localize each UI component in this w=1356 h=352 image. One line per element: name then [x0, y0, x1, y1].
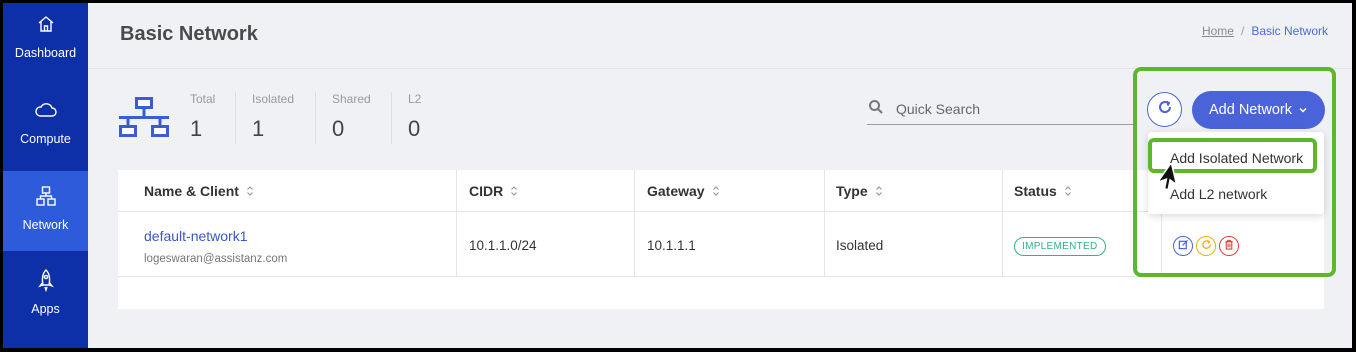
cidr-cell: 10.1.1.0/24	[469, 238, 537, 253]
stat-label: L2	[408, 92, 422, 106]
sort-icon	[1064, 185, 1072, 197]
sidebar-item-compute[interactable]: Compute	[3, 97, 88, 177]
table-row-name-cell: default-network1 logeswaran@assistanz.co…	[144, 228, 287, 265]
sidebar-item-apps[interactable]: Apps	[3, 267, 88, 347]
search-underline	[867, 124, 1137, 125]
network-client: logeswaran@assistanz.com	[144, 253, 288, 265]
menu-item-add-isolated-network[interactable]: Add Isolated Network	[1148, 142, 1324, 174]
column-header-type[interactable]: Type	[824, 170, 1002, 212]
page-title: Basic Network	[120, 23, 258, 45]
sidebar-item-dashboard[interactable]: Dashboard	[3, 11, 88, 91]
sidebar: Dashboard Compute Network Apps	[3, 3, 88, 348]
stat-shared: Shared 0	[332, 92, 371, 146]
breadcrumb-current: Basic Network	[1251, 24, 1328, 38]
stat-value: 1	[190, 116, 203, 141]
column-divider	[1161, 212, 1162, 276]
column-header-name[interactable]: Name & Client	[118, 170, 456, 212]
sidebar-item-label: Compute	[20, 132, 71, 146]
edit-button[interactable]	[1173, 236, 1193, 256]
rocket-icon	[37, 267, 55, 293]
column-header-label: Status	[1014, 182, 1057, 199]
status-badge: IMPLEMENTED	[1014, 237, 1106, 256]
network-icon	[35, 183, 57, 209]
stat-label: Isolated	[252, 92, 295, 106]
search-input[interactable]	[896, 95, 1128, 123]
sort-icon	[875, 185, 883, 197]
search-icon	[868, 99, 884, 120]
add-network-label: Add Network	[1208, 102, 1292, 118]
breadcrumb-separator: /	[1240, 24, 1245, 38]
sidebar-item-network[interactable]: Network	[3, 171, 88, 251]
delete-button[interactable]	[1219, 236, 1239, 256]
column-divider	[824, 170, 825, 276]
sidebar-item-label: Network	[22, 218, 69, 232]
network-name-link[interactable]: default-network1	[144, 228, 287, 244]
breadcrumb-home-link[interactable]: Home	[1202, 24, 1234, 38]
column-header-gateway[interactable]: Gateway	[634, 170, 824, 212]
stat-label: Shared	[332, 92, 371, 106]
column-header-cidr[interactable]: CIDR	[456, 170, 634, 212]
stat-value: 0	[408, 116, 421, 141]
column-divider	[456, 170, 457, 276]
sort-icon	[510, 185, 518, 197]
stat-isolated: Isolated 1	[252, 92, 294, 146]
sort-icon	[246, 185, 254, 197]
breadcrumb: Home / Basic Network	[1202, 24, 1328, 38]
stat-divider	[235, 92, 236, 144]
refresh-icon	[1157, 99, 1173, 120]
trash-icon	[1224, 237, 1234, 255]
page-header: Basic Network Home / Basic Network	[88, 3, 1352, 69]
add-network-button[interactable]: Add Network	[1192, 91, 1325, 129]
network-topology-icon	[117, 95, 171, 146]
column-divider	[1002, 170, 1003, 276]
restart-button[interactable]	[1196, 236, 1216, 256]
sidebar-item-label: Apps	[31, 302, 60, 316]
stat-label: Total	[190, 92, 216, 106]
stat-divider	[315, 92, 316, 144]
stat-value: 1	[252, 116, 265, 141]
restart-icon	[1201, 237, 1212, 255]
add-network-dropdown: Add Isolated Network Add L2 network	[1148, 132, 1324, 214]
sort-icon	[712, 185, 720, 197]
stat-total: Total 1	[190, 92, 215, 146]
cloud-icon	[34, 97, 58, 123]
edit-icon	[1178, 237, 1189, 255]
home-icon	[36, 11, 56, 37]
column-divider	[634, 170, 635, 276]
stat-value: 0	[332, 116, 345, 141]
column-header-label: Type	[836, 182, 868, 199]
column-header-label: Name & Client	[144, 182, 239, 199]
refresh-button[interactable]	[1147, 92, 1182, 127]
column-header-label: Gateway	[647, 182, 705, 199]
network-table: Name & Client CIDR Gateway Type Status d…	[118, 170, 1324, 309]
type-cell: Isolated	[836, 238, 884, 253]
row-divider	[118, 276, 1324, 277]
sidebar-item-label: Dashboard	[14, 46, 77, 60]
chevron-down-icon	[1298, 106, 1308, 114]
stat-divider	[391, 92, 392, 144]
gateway-cell: 10.1.1.1	[647, 238, 696, 253]
stat-l2: L2 0	[408, 92, 421, 146]
column-header-label: CIDR	[469, 182, 504, 199]
menu-item-add-l2-network[interactable]: Add L2 network	[1148, 178, 1324, 210]
